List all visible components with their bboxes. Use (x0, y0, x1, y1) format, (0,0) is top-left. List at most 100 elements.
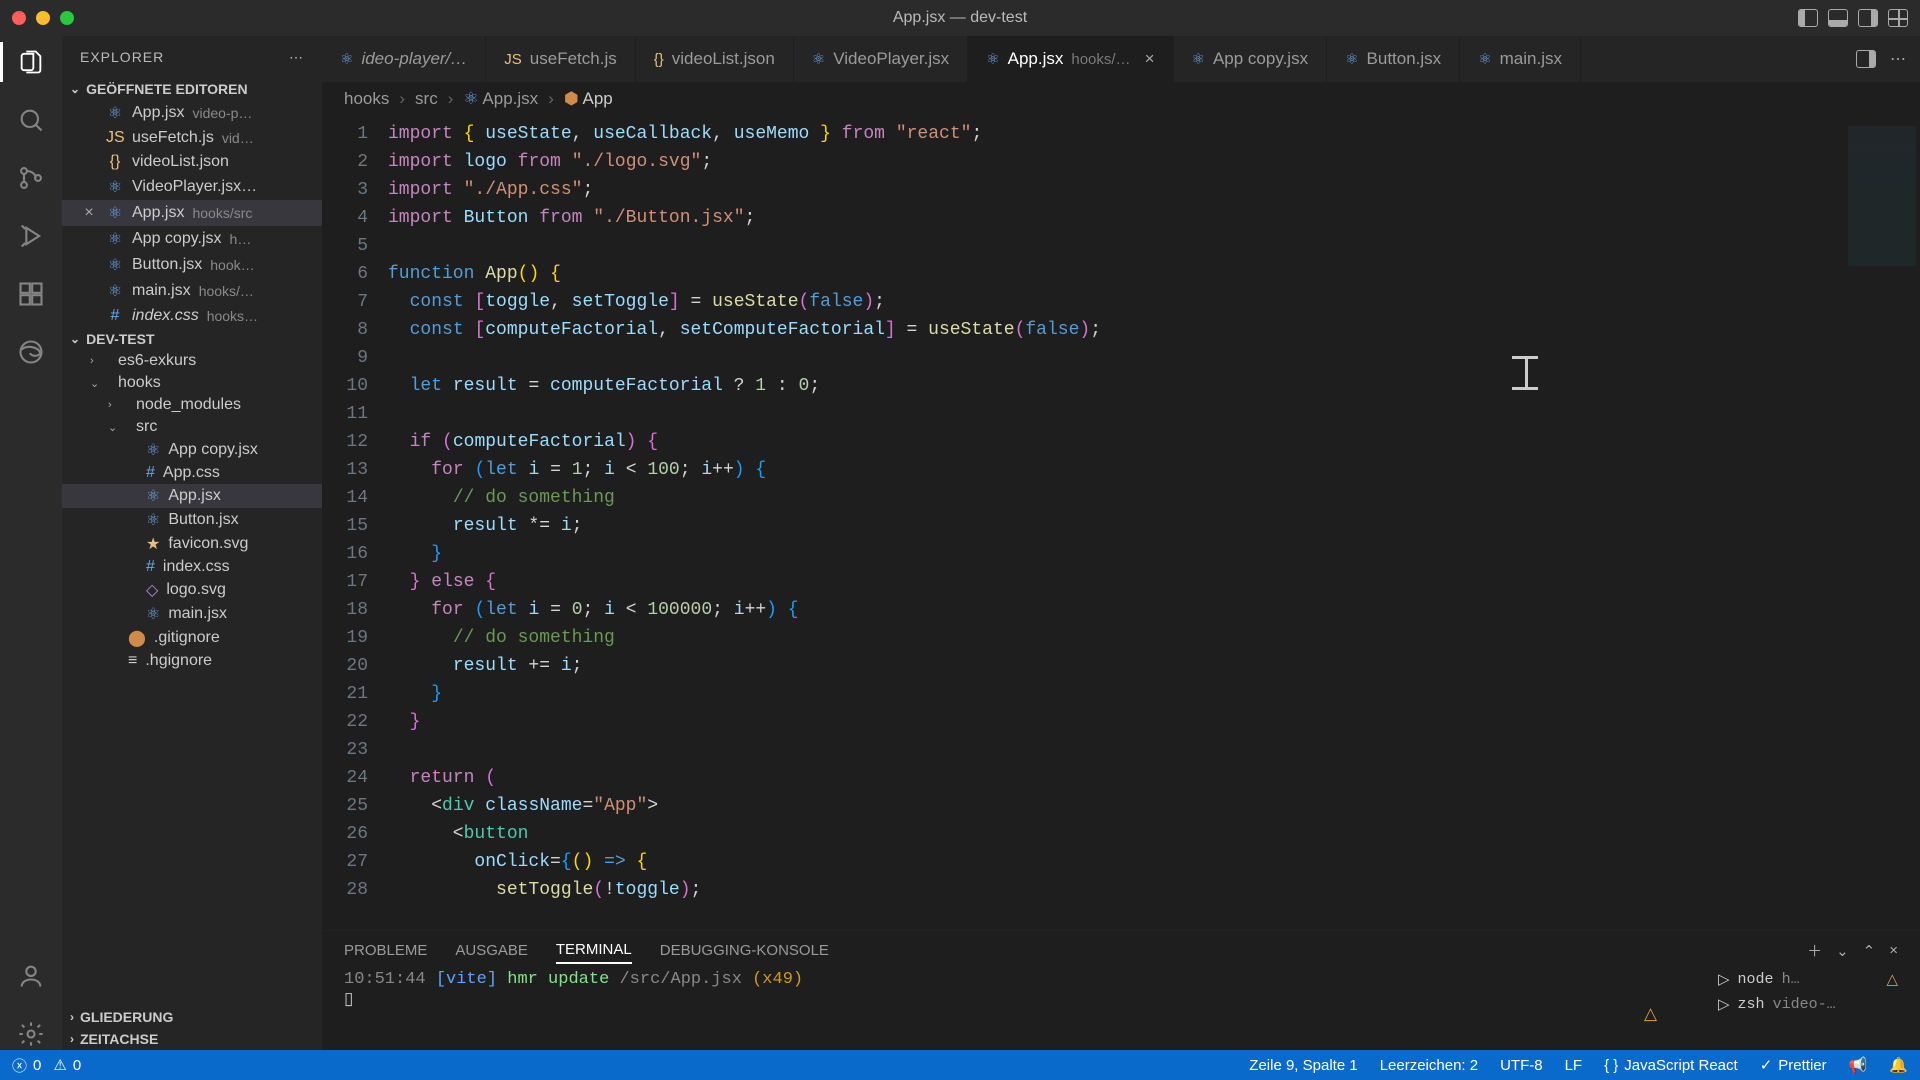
breadcrumb-segment[interactable]: hooks (344, 89, 389, 109)
tree-item[interactable]: ⚛main.jsx (62, 602, 322, 626)
tree-item[interactable]: ◇logo.svg (62, 578, 322, 602)
tree-item[interactable]: ⚛Button.jsx (62, 508, 322, 532)
tree-item[interactable]: ★favicon.svg (62, 532, 322, 556)
code-lines[interactable]: import { useState, useCallback, useMemo … (382, 116, 1832, 930)
explorer-icon[interactable] (15, 46, 47, 78)
outline-header[interactable]: ›GLIEDERUNG (62, 1006, 322, 1028)
open-editor-item[interactable]: ⚛App copy.jsx h… (62, 226, 322, 252)
file-icon: ⚛ (812, 50, 825, 68)
tree-item[interactable]: #index.css (62, 556, 322, 578)
code-editor[interactable]: 1234567891011121314151617181920212223242… (322, 116, 1832, 930)
bottom-panel: PROBLEME AUSGABE TERMINAL DEBUGGING-KONSOLE… (322, 930, 1920, 1050)
file-icon: # (106, 307, 124, 325)
open-editor-item[interactable]: ⚛VideoPlayer.jsx… (62, 174, 322, 200)
open-editors-header[interactable]: ⌄GEÖFFNETE EDITOREN (62, 78, 322, 100)
feedback-icon[interactable]: 📢 (1849, 1056, 1868, 1074)
tree-item[interactable]: ›es6-exkurs (62, 350, 322, 372)
customize-layout-icon[interactable] (1888, 9, 1908, 27)
notifications-icon[interactable]: 🔔 (1889, 1056, 1908, 1074)
maximize-panel-icon[interactable]: ⌃ (1863, 942, 1876, 960)
account-icon[interactable] (15, 960, 47, 992)
editor-tab[interactable]: ⚛main.jsx (1460, 36, 1581, 82)
more-icon[interactable]: ⋯ (1890, 49, 1906, 69)
panel-tab[interactable]: PROBLEME (344, 938, 427, 963)
minimap[interactable] (1832, 116, 1920, 930)
warnings-count[interactable]: ⚠ 0 (53, 1056, 81, 1074)
file-icon: JS (504, 51, 522, 68)
tree-item[interactable]: ≡.hgignore (62, 650, 322, 672)
more-icon[interactable]: ⋯ (289, 49, 304, 66)
language-mode[interactable]: { } JavaScript React (1604, 1057, 1738, 1074)
shell-icon: ▷ (1718, 970, 1730, 989)
toggle-panel-icon[interactable] (1828, 9, 1848, 27)
panel-tab[interactable]: TERMINAL (556, 937, 632, 964)
file-icon: # (146, 464, 155, 482)
file-icon: JS (106, 129, 124, 147)
minimize-window-icon[interactable] (36, 11, 50, 25)
new-terminal-icon[interactable]: ＋ (1807, 940, 1822, 961)
open-editor-item[interactable]: ⚛Button.jsx hook… (62, 252, 322, 278)
symbol-icon: ⬢ (564, 89, 579, 108)
file-icon: ⚛ (146, 604, 160, 624)
tree-item[interactable]: #App.css (62, 462, 322, 484)
open-editor-item[interactable]: ×⚛App.jsx hooks/src (62, 200, 322, 226)
close-editor-icon[interactable]: × (80, 204, 98, 222)
breadcrumb-segment[interactable]: ⚛ App.jsx (463, 89, 538, 109)
editor-tab[interactable]: JSuseFetch.js (486, 36, 635, 82)
editor-tab[interactable]: ⚛VideoPlayer.jsx (794, 36, 968, 82)
search-icon[interactable] (15, 104, 47, 136)
tree-item[interactable]: ⚛App copy.jsx (62, 438, 322, 462)
close-panel-icon[interactable]: × (1889, 942, 1898, 959)
tree-item[interactable]: ⌄hooks (62, 372, 322, 394)
extensions-icon[interactable] (15, 278, 47, 310)
warning-triangle-icon[interactable]: △ (1644, 1004, 1920, 1025)
editor-tab[interactable]: ⚛ideo-player/… (322, 36, 486, 82)
breadcrumb[interactable]: hooks›src›⚛ App.jsx›⬢ App (322, 82, 1920, 116)
errors-count[interactable]: ⓧ 0 (12, 1055, 41, 1076)
file-icon: ⚛ (146, 486, 160, 506)
toggle-sidebar-icon[interactable] (1798, 9, 1818, 27)
line-numbers: 1234567891011121314151617181920212223242… (322, 116, 382, 930)
editor-tab[interactable]: ⚛App copy.jsx (1174, 36, 1328, 82)
close-tab-icon[interactable]: × (1145, 49, 1155, 69)
panel-tab[interactable]: AUSGABE (455, 938, 528, 963)
breadcrumb-segment[interactable]: ⬢ App (564, 89, 613, 109)
editor-tab[interactable]: ⚛Button.jsx (1327, 36, 1460, 82)
panel-tab[interactable]: DEBUGGING-KONSOLE (660, 938, 829, 963)
eol[interactable]: LF (1565, 1057, 1583, 1074)
file-icon: {} (106, 153, 124, 171)
close-window-icon[interactable] (12, 11, 26, 25)
toggle-secondary-sidebar-icon[interactable] (1858, 9, 1878, 27)
prettier-status[interactable]: ✓ Prettier (1760, 1056, 1827, 1074)
encoding[interactable]: UTF-8 (1500, 1057, 1543, 1074)
titlebar: App.jsx — dev-test (0, 0, 1920, 36)
split-editor-icon[interactable] (1856, 50, 1876, 68)
open-editor-item[interactable]: ⚛main.jsx hooks/… (62, 278, 322, 304)
terminal-session[interactable]: ▷nodeh…△ (1718, 970, 1898, 989)
open-editor-item[interactable]: JSuseFetch.js vid… (62, 126, 322, 150)
tree-item[interactable]: ›node_modules (62, 394, 322, 416)
zoom-window-icon[interactable] (60, 11, 74, 25)
open-editor-item[interactable]: {}videoList.json (62, 150, 322, 174)
editor-tab[interactable]: {}videoList.json (636, 36, 794, 82)
debug-icon[interactable] (15, 220, 47, 252)
breadcrumb-segment[interactable]: src (415, 89, 438, 109)
window-controls (12, 11, 74, 25)
settings-gear-icon[interactable] (15, 1018, 47, 1050)
scm-icon[interactable] (15, 162, 47, 194)
file-icon: ⚛ (1345, 50, 1358, 68)
tree-item[interactable]: ⬤.gitignore (62, 626, 322, 650)
terminal-output[interactable]: 10:51:44 [vite] hmr update /src/App.jsx … (344, 970, 1718, 1050)
edge-icon[interactable] (15, 336, 47, 368)
file-icon: # (146, 558, 155, 576)
indentation[interactable]: Leerzeichen: 2 (1380, 1057, 1478, 1074)
tree-item[interactable]: ⚛App.jsx (62, 484, 322, 508)
cursor-position[interactable]: Zeile 9, Spalte 1 (1249, 1057, 1357, 1074)
open-editor-item[interactable]: ⚛App.jsx video-p… (62, 100, 322, 126)
terminal-dropdown-icon[interactable]: ⌄ (1836, 942, 1849, 960)
open-editor-item[interactable]: #index.css hooks… (62, 304, 322, 328)
tree-item[interactable]: ⌄src (62, 416, 322, 438)
timeline-header[interactable]: ›ZEITACHSE (62, 1028, 322, 1050)
project-header[interactable]: ⌄DEV-TEST (62, 328, 322, 350)
editor-tab[interactable]: ⚛App.jsxhooks/…× (968, 36, 1173, 82)
